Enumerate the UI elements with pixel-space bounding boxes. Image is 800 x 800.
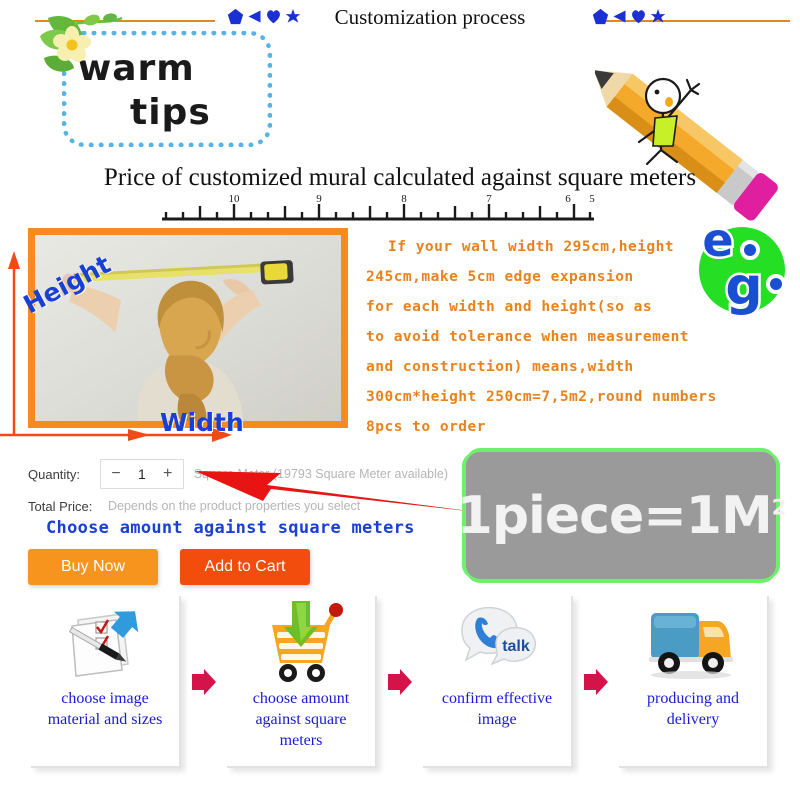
triangle-icon	[248, 10, 261, 23]
step-arrow-icon	[377, 596, 423, 768]
document-checklist-icon	[60, 596, 150, 688]
svg-text:talk: talk	[502, 638, 530, 655]
piece-badge-text: 1piece=1M2	[456, 485, 787, 546]
quantity-input[interactable]	[131, 466, 153, 482]
step-card-choose-image[interactable]: choose image material and sizes	[31, 596, 181, 768]
header-decoration-left	[227, 8, 301, 25]
ruler-tick-label: 5	[589, 193, 595, 205]
step-arrow-icon	[573, 596, 619, 768]
ruler-tick-label: 7	[486, 193, 492, 205]
step-arrow-icon	[181, 596, 227, 768]
buy-now-button[interactable]: Buy Now	[28, 549, 158, 585]
customization-process-infographic: Customization process warm tips Price of…	[0, 0, 800, 800]
total-price-label: Total Price:	[28, 498, 93, 514]
paragraph-line: 8pcs to order	[366, 419, 486, 435]
quantity-decrease-button[interactable]: −	[101, 460, 131, 488]
flower-leaves-icon	[40, 13, 123, 72]
page-title: Customization process	[334, 5, 526, 29]
step-card-producing-delivery[interactable]: producing and delivery	[619, 596, 769, 768]
warm-tips-line-2: tips	[130, 92, 211, 133]
piece-badge-superscript: 2	[771, 495, 787, 520]
triangle-icon	[613, 10, 626, 23]
eg-letter-g: g	[725, 257, 762, 317]
action-buttons: Buy Now Add to Cart	[28, 549, 310, 585]
step-label: producing and delivery	[647, 690, 739, 728]
ruler-tick-label: 8	[401, 193, 407, 205]
quantity-label: Quantity:	[28, 466, 81, 482]
step-label: choose amount against square meters	[252, 690, 350, 749]
paragraph-line: and construction) means,width	[366, 359, 634, 375]
heart-icon	[632, 10, 645, 24]
shopping-cart-download-icon	[256, 596, 346, 688]
ruler-tick-label: 9	[316, 193, 322, 205]
headline-text: Price of customized mural calculated aga…	[103, 164, 697, 191]
one-piece-equals-one-square-meter-badge: 1piece=1M2	[457, 452, 786, 579]
add-to-cart-button[interactable]: Add to Cart	[180, 549, 310, 585]
width-label: Width	[160, 408, 244, 437]
ruler-graphic: 10 9 8 7 6 5	[162, 193, 595, 221]
red-pointer-arrow	[195, 471, 485, 513]
quantity-increase-button[interactable]: +	[153, 460, 183, 488]
step-label: confirm effective image	[441, 690, 553, 728]
step-card-choose-amount[interactable]: choose amount against square meters	[227, 596, 377, 768]
star-icon	[285, 8, 301, 23]
process-steps: choose image material and sizes choose a…	[0, 596, 800, 786]
heart-icon	[267, 10, 280, 24]
quantity-stepper[interactable]: − +	[100, 459, 184, 489]
talk-bubble-phone-icon: talk	[452, 596, 542, 688]
paragraph-line: 300cm*height 250cm=7,5m2,round numbers	[366, 389, 717, 405]
paragraph-line: to avoid tolerance when measurement	[366, 329, 690, 345]
example-eg-badge: e g	[699, 212, 786, 318]
pencil-and-stick-figure-icon	[595, 69, 778, 221]
star-icon	[650, 8, 666, 23]
step-label: choose image material and sizes	[47, 690, 163, 728]
ruler-tick-label: 10	[229, 193, 241, 205]
pentagon-icon	[227, 8, 244, 25]
step-card-confirm-image[interactable]: talk confirm effective image	[423, 596, 573, 768]
pentagon-icon	[592, 8, 609, 25]
delivery-truck-icon	[643, 596, 743, 688]
ruler-tick-label: 6	[565, 193, 571, 205]
header-decoration-right	[592, 8, 666, 25]
